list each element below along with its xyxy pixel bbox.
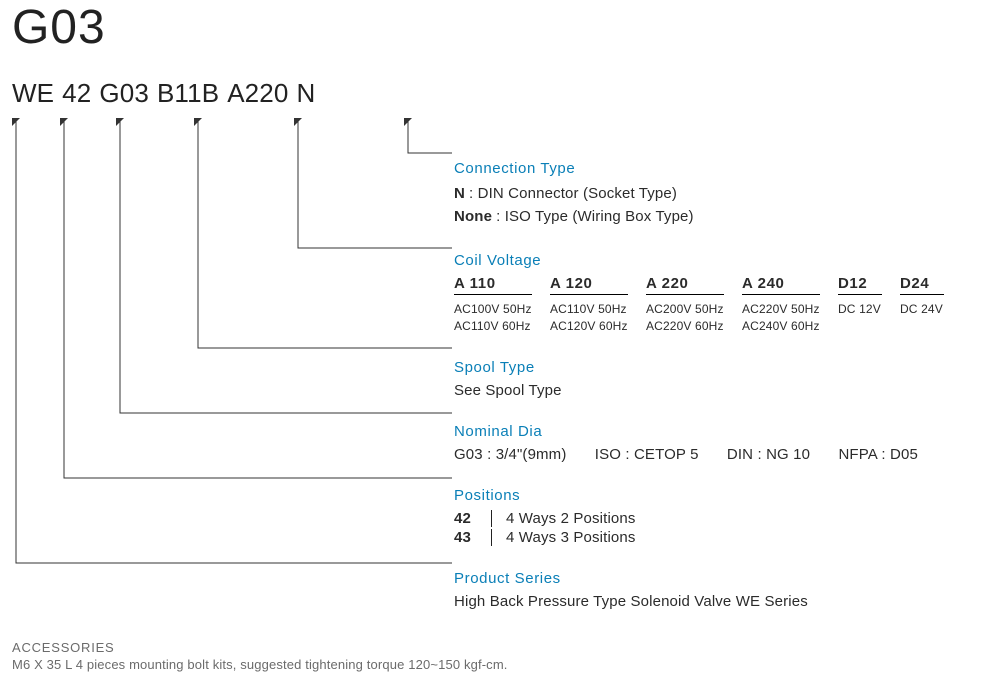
nominal-part-g03: G03 : 3/4"(9mm) — [454, 446, 566, 463]
model-title: G03 — [12, 0, 106, 55]
coil-col-d12: D12 DC 12V — [838, 275, 882, 335]
positions-grid: 42 4 Ways 2 Positions 43 4 Ways 3 Positi… — [454, 510, 994, 546]
code-seg-a220: A220 — [227, 78, 288, 109]
coil-head-a120: A 120 — [550, 275, 628, 295]
coil-val-a120-1: AC110V 50Hz — [550, 301, 628, 318]
code-seg-we: WE — [12, 78, 54, 109]
spool-type-title: Spool Type — [454, 359, 994, 376]
coil-val-a120-2: AC120V 60Hz — [550, 318, 628, 335]
coil-col-d24: D24 DC 24V — [900, 275, 944, 335]
coil-head-a220: A 220 — [646, 275, 724, 295]
connection-type-title: Connection Type — [454, 160, 994, 177]
connection-val-none: ISO Type (Wiring Box Type) — [505, 208, 694, 225]
product-series-title: Product Series — [454, 570, 994, 587]
coil-col-a120: A 120 AC110V 50Hz AC120V 60Hz — [550, 275, 628, 335]
connection-type-block: Connection Type N: DIN Connector (Socket… — [454, 160, 994, 228]
connection-val-n: DIN Connector (Socket Type) — [478, 185, 677, 202]
code-seg-b11b: B11B — [157, 78, 219, 109]
coil-col-a220: A 220 AC200V 50Hz AC220V 60Hz — [646, 275, 724, 335]
coil-head-d24: D24 — [900, 275, 944, 295]
positions-val-43: 4 Ways 3 Positions — [506, 529, 994, 546]
coil-col-a110: A 110 AC100V 50Hz AC110V 60Hz — [454, 275, 532, 335]
code-seg-42: 42 — [62, 78, 91, 109]
connection-key-n: N — [454, 185, 465, 202]
nominal-part-din: DIN : NG 10 — [727, 446, 810, 463]
definitions-column: Connection Type N: DIN Connector (Socket… — [454, 160, 994, 634]
nominal-dia-title: Nominal Dia — [454, 423, 994, 440]
positions-val-42: 4 Ways 2 Positions — [506, 510, 994, 527]
nominal-dia-block: Nominal Dia G03 : 3/4"(9mm) ISO : CETOP … — [454, 423, 994, 463]
coil-val-a240-2: AC240V 60Hz — [742, 318, 820, 335]
nominal-part-iso: ISO : CETOP 5 — [595, 446, 699, 463]
coil-val-d12-1: DC 12V — [838, 301, 882, 318]
coil-head-a240: A 240 — [742, 275, 820, 295]
connection-line-none: None: ISO Type (Wiring Box Type) — [454, 206, 994, 229]
bracket-tree — [12, 118, 452, 598]
positions-key-43: 43 — [454, 529, 492, 546]
positions-title: Positions — [454, 487, 994, 504]
coil-col-a240: A 240 AC220V 50Hz AC240V 60Hz — [742, 275, 820, 335]
accessories-text: M6 X 35 L 4 pieces mounting bolt kits, s… — [12, 657, 508, 672]
spool-type-block: Spool Type See Spool Type — [454, 359, 994, 399]
coil-val-a220-1: AC200V 50Hz — [646, 301, 724, 318]
code-seg-g03: G03 — [99, 78, 149, 109]
model-code-row: WE 42 G03 B11B A220 N — [12, 78, 315, 109]
code-seg-n: N — [296, 78, 315, 109]
coil-val-a110-2: AC110V 60Hz — [454, 318, 532, 335]
coil-voltage-row: A 110 AC100V 50Hz AC110V 60Hz A 120 AC11… — [454, 275, 994, 335]
coil-head-a110: A 110 — [454, 275, 532, 295]
product-series-block: Product Series High Back Pressure Type S… — [454, 570, 994, 610]
coil-head-d12: D12 — [838, 275, 882, 295]
coil-val-a110-1: AC100V 50Hz — [454, 301, 532, 318]
coil-val-a240-1: AC220V 50Hz — [742, 301, 820, 318]
accessories-title: ACCESSORIES — [12, 640, 508, 655]
connection-line-n: N: DIN Connector (Socket Type) — [454, 183, 994, 206]
positions-block: Positions 42 4 Ways 2 Positions 43 4 Way… — [454, 487, 994, 546]
spool-type-text: See Spool Type — [454, 382, 994, 399]
nominal-part-nfpa: NFPA : D05 — [838, 446, 917, 463]
product-series-text: High Back Pressure Type Solenoid Valve W… — [454, 593, 994, 610]
coil-val-a220-2: AC220V 60Hz — [646, 318, 724, 335]
coil-val-d24-1: DC 24V — [900, 301, 944, 318]
nominal-dia-line: G03 : 3/4"(9mm) ISO : CETOP 5 DIN : NG 1… — [454, 446, 994, 463]
connection-key-none: None — [454, 208, 492, 225]
coil-voltage-block: Coil Voltage A 110 AC100V 50Hz AC110V 60… — [454, 252, 994, 335]
coil-voltage-title: Coil Voltage — [454, 252, 994, 269]
accessories-block: ACCESSORIES M6 X 35 L 4 pieces mounting … — [12, 640, 508, 672]
positions-key-42: 42 — [454, 510, 492, 527]
